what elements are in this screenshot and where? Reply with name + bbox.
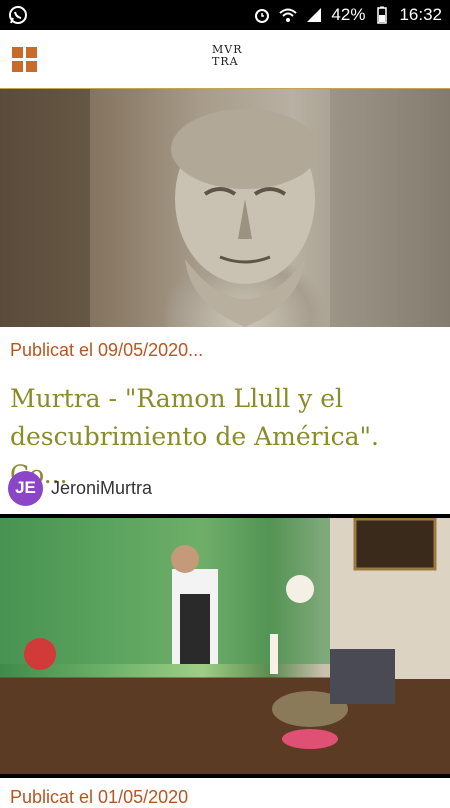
post-image[interactable] (0, 89, 450, 327)
post-date: Publicat el 01/05/2020 (10, 787, 189, 807)
alarm-icon (255, 9, 270, 23)
avatar[interactable]: JE (8, 470, 43, 506)
battery-percent: 42% (331, 5, 366, 24)
app-header: MVR TRA (0, 30, 450, 89)
stone-face-illustration (0, 89, 450, 327)
post-date: Publicat el 09/05/2020... (10, 340, 204, 360)
author-row[interactable]: JE JeroniMurtra (8, 470, 152, 506)
site-logo[interactable]: MVR TRA (212, 44, 243, 68)
wifi-icon (279, 8, 298, 22)
clock: 16:32 (399, 5, 442, 24)
post-image-frame (0, 514, 450, 778)
battery-icon (377, 6, 388, 24)
logo-line-2: TRA (212, 55, 239, 68)
author-name[interactable]: JeroniMurtra (51, 478, 152, 499)
whatsapp-icon (9, 6, 27, 24)
status-bar: 42% 16:32 (0, 0, 450, 30)
grid-menu-icon[interactable] (12, 47, 38, 73)
signal-icon (307, 8, 322, 22)
